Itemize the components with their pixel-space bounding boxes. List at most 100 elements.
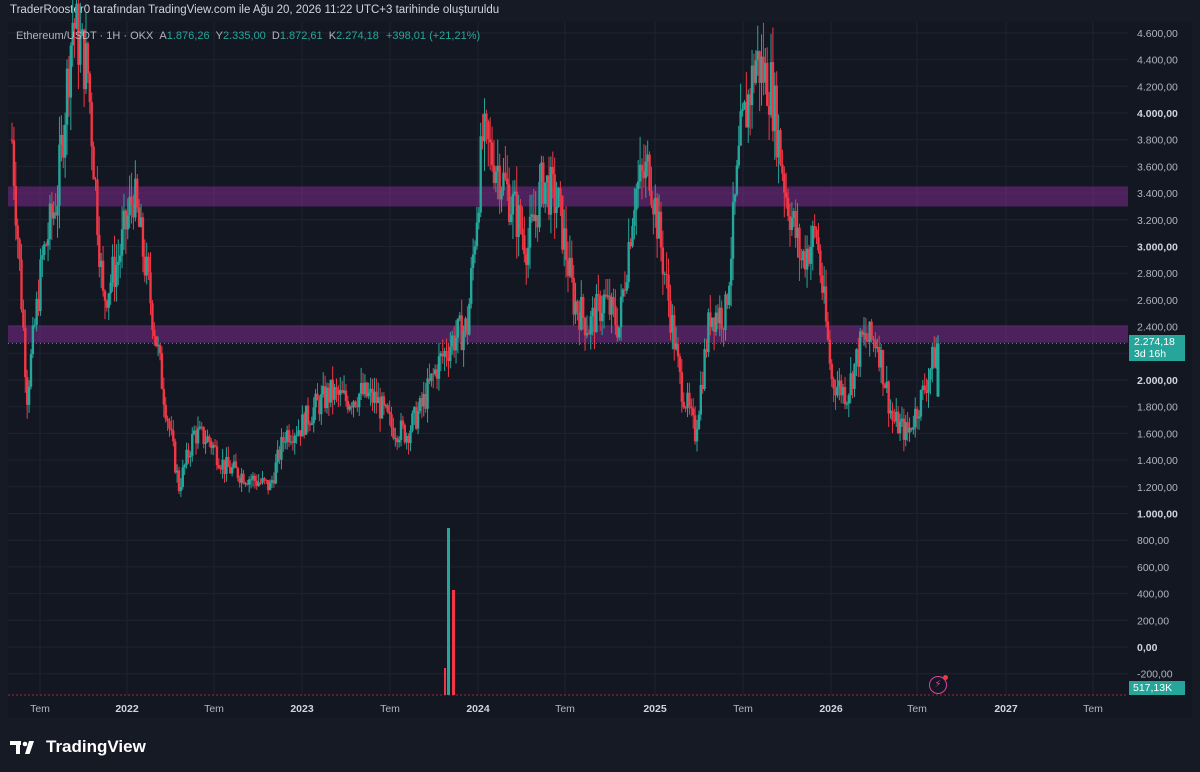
candle-body bbox=[919, 390, 923, 417]
candle-body bbox=[39, 259, 42, 312]
candle-body bbox=[625, 282, 629, 291]
candle-body bbox=[189, 455, 192, 458]
time-tick-label: Tem bbox=[1083, 703, 1103, 715]
candle-body bbox=[217, 465, 221, 469]
candle-body bbox=[504, 172, 507, 179]
alert-lightning-icon[interactable]: ⚡ bbox=[929, 675, 948, 694]
candle-body bbox=[781, 164, 784, 174]
low-key: D bbox=[271, 30, 280, 42]
candle-body bbox=[813, 225, 816, 230]
candle-body bbox=[650, 190, 653, 205]
candle-body bbox=[661, 247, 665, 275]
candle-body bbox=[720, 307, 723, 329]
candle-body bbox=[526, 247, 530, 265]
candle-body bbox=[249, 479, 253, 481]
change-value: +398,01 (+21,21%) bbox=[385, 30, 481, 42]
resistance-zone-upper bbox=[8, 186, 1128, 207]
candle-body bbox=[31, 325, 35, 355]
brand-name: TradingView bbox=[46, 737, 146, 756]
candlestick-chart[interactable]: 4.600,00 4.400,00 4.200,00 4.000,00 3.800,00… bbox=[0, 0, 1200, 772]
candle-body bbox=[24, 327, 27, 378]
candle-body bbox=[830, 363, 833, 380]
candle-body bbox=[923, 385, 926, 391]
candle-body bbox=[56, 205, 59, 216]
candle-body bbox=[416, 411, 420, 429]
price-tick-label: 1.400,00 bbox=[1137, 455, 1178, 467]
candle-body bbox=[490, 142, 494, 166]
tradingview-logo[interactable]: TradingView bbox=[10, 736, 146, 758]
candle-body bbox=[388, 411, 391, 415]
candle-body bbox=[859, 331, 862, 367]
candle-body bbox=[172, 430, 175, 442]
price-tick-label: 1.000,00 bbox=[1137, 509, 1178, 521]
candle-body bbox=[779, 130, 782, 165]
candle-body bbox=[88, 73, 91, 103]
last-candle-body bbox=[936, 343, 940, 397]
current-price-badge: 2.274,18 3d 16h bbox=[1129, 335, 1185, 361]
candle-body bbox=[179, 486, 183, 492]
candle-body bbox=[437, 356, 441, 379]
price-tick-label: 2.000,00 bbox=[1137, 375, 1178, 387]
price-tick-label: 3.400,00 bbox=[1137, 188, 1178, 200]
candle-body bbox=[488, 139, 492, 143]
candle-body bbox=[46, 239, 50, 246]
time-tick-label: Tem bbox=[30, 703, 50, 715]
candle-body bbox=[287, 430, 291, 443]
candle-body bbox=[912, 427, 915, 430]
time-tick-label: Tem bbox=[555, 703, 575, 715]
candle-body bbox=[208, 436, 211, 442]
volume-badge: 517,13K bbox=[1129, 681, 1185, 695]
candle-body bbox=[783, 173, 786, 193]
price-tick-label: -200,00 bbox=[1137, 669, 1173, 681]
candle-body bbox=[845, 403, 849, 405]
candle-body bbox=[828, 339, 832, 364]
candle-body bbox=[29, 354, 33, 387]
candle-body bbox=[729, 258, 733, 286]
price-tick-label: 1.800,00 bbox=[1137, 402, 1178, 414]
candle-body bbox=[103, 290, 107, 301]
candle-body bbox=[107, 293, 110, 308]
price-tick-label: 400,00 bbox=[1137, 589, 1169, 601]
candle-body bbox=[703, 349, 706, 389]
candle-body bbox=[58, 144, 61, 206]
candle-body bbox=[401, 420, 405, 425]
candle-body bbox=[614, 306, 617, 326]
candle-body bbox=[555, 206, 558, 214]
price-tick-label: 4.400,00 bbox=[1137, 55, 1178, 67]
candle-body bbox=[847, 395, 851, 404]
candle-body bbox=[680, 372, 684, 402]
candle-body bbox=[306, 405, 310, 425]
price-tick-label: 1.600,00 bbox=[1137, 428, 1178, 440]
high-value: 2.335,00 bbox=[222, 30, 266, 42]
candle-body bbox=[160, 353, 164, 389]
candle-body bbox=[234, 461, 238, 468]
candle-body bbox=[109, 282, 112, 294]
candle-body bbox=[688, 392, 691, 407]
candle-body bbox=[320, 394, 323, 415]
candle-body bbox=[815, 229, 818, 238]
candle-body bbox=[282, 436, 285, 443]
candle-body bbox=[181, 467, 184, 487]
candle-body bbox=[274, 462, 277, 484]
candle-body bbox=[864, 332, 868, 341]
candle-body bbox=[149, 272, 152, 304]
candle-body bbox=[564, 228, 568, 261]
symbol-label[interactable]: Ethereum/USDT · 1H · OKX bbox=[16, 30, 153, 42]
candle-body bbox=[92, 146, 95, 180]
candle-body bbox=[597, 293, 600, 296]
candle-body bbox=[141, 217, 145, 257]
candle-body bbox=[538, 181, 541, 228]
candle-body bbox=[819, 250, 822, 276]
candle-body bbox=[259, 482, 262, 484]
candle-body bbox=[430, 373, 433, 382]
time-tick-label: 2024 bbox=[466, 703, 490, 715]
price-tick-label: 2.400,00 bbox=[1137, 322, 1178, 334]
candle-body bbox=[475, 222, 479, 247]
candle-body bbox=[485, 113, 488, 122]
volume-bar bbox=[452, 590, 455, 695]
candle-body bbox=[494, 171, 498, 184]
candle-body bbox=[521, 228, 524, 236]
candle-body bbox=[519, 204, 522, 229]
volume-bar bbox=[447, 528, 450, 695]
candle-body bbox=[728, 285, 731, 305]
